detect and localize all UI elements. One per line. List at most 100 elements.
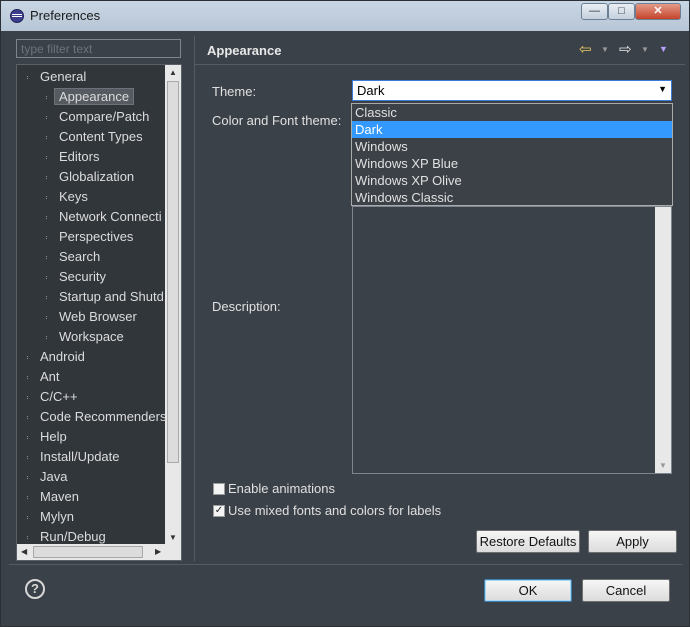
tree-item[interactable]: Web Browser [46, 307, 137, 327]
tree-item[interactable]: Mylyn [27, 507, 74, 527]
mixed-fonts-checkbox[interactable]: ✓ [213, 505, 225, 517]
tree-item[interactable]: Run/Debug [27, 527, 106, 547]
tree-twisty-icon[interactable] [46, 116, 50, 119]
tree-twisty-icon[interactable] [27, 516, 31, 519]
scroll-down-icon[interactable]: ▼ [169, 533, 177, 542]
right-panel: Appearance ⇦ ▼ ⇨ ▼ ▼ Theme: Dark ▼ Color… [194, 36, 685, 561]
theme-option[interactable]: Windows XP Olive [352, 172, 672, 189]
tree-item[interactable]: Android [27, 347, 85, 367]
tree-item[interactable]: Network Connecti [46, 207, 162, 227]
theme-option[interactable]: Windows Classic [352, 189, 672, 206]
forward-menu-icon[interactable]: ▼ [641, 45, 649, 54]
theme-option[interactable]: Windows [352, 138, 672, 155]
tree-item[interactable]: Security [46, 267, 106, 287]
tree-item[interactable]: Content Types [46, 127, 143, 147]
scroll-down-icon[interactable]: ▼ [659, 461, 667, 470]
title-bar[interactable]: Preferences — □ ✕ [1, 1, 689, 31]
tree-item-label: Help [40, 429, 67, 444]
theme-option[interactable]: Windows XP Blue [352, 155, 672, 172]
tree-item[interactable]: Search [46, 247, 100, 267]
tree-item-label: Android [40, 349, 85, 364]
description-scrollbar[interactable]: ▼ [655, 207, 671, 473]
tree-twisty-icon[interactable] [46, 96, 50, 99]
tree-item[interactable]: Workspace [46, 327, 124, 347]
tree-item-label: Appearance [54, 88, 135, 105]
page-title: Appearance [207, 43, 282, 58]
tree-twisty-icon[interactable] [46, 236, 50, 239]
tree-twisty-icon[interactable] [27, 456, 31, 459]
color-font-theme-label: Color and Font theme: [212, 113, 342, 128]
theme-combo[interactable]: Dark ▼ [352, 80, 672, 101]
tree-item[interactable]: Compare/Patch [46, 107, 150, 127]
back-arrow-icon[interactable]: ⇦ [579, 40, 592, 58]
tree-item[interactable]: Install/Update [27, 447, 120, 467]
tree-twisty-icon[interactable] [27, 536, 31, 539]
tree-hscroll-thumb[interactable] [33, 546, 143, 558]
tree-scroll-thumb[interactable] [167, 81, 179, 463]
scroll-up-icon[interactable]: ▲ [169, 68, 177, 77]
tree-item-label: Security [59, 269, 106, 284]
tree-item-label: Perspectives [59, 229, 134, 244]
apply-button[interactable]: Apply [588, 530, 677, 553]
tree-item[interactable]: Java [27, 467, 68, 487]
minimize-button[interactable]: — [581, 3, 608, 20]
tree-item-label: Java [40, 469, 68, 484]
scroll-right-icon[interactable]: ▶ [155, 547, 161, 556]
tree-item[interactable]: General [27, 67, 86, 87]
tree-item[interactable]: Perspectives [46, 227, 134, 247]
tree-item[interactable]: Help [27, 427, 67, 447]
tree-item[interactable]: Globalization [46, 167, 134, 187]
tree-twisty-icon[interactable] [27, 76, 31, 79]
tree-twisty-icon[interactable] [46, 136, 50, 139]
preferences-window: Preferences — □ ✕ type filter text ▲ ▼ ◀… [0, 0, 690, 627]
tree-item-label: Compare/Patch [59, 109, 150, 124]
theme-option[interactable]: Classic [352, 104, 672, 121]
forward-arrow-icon[interactable]: ⇨ [619, 40, 632, 58]
tree-item[interactable]: C/C++ [27, 387, 78, 407]
tree-twisty-icon[interactable] [27, 436, 31, 439]
tree-item[interactable]: Appearance [46, 87, 135, 107]
tree-twisty-icon[interactable] [46, 196, 50, 199]
tree-item-label: Keys [59, 189, 88, 204]
tree-twisty-icon[interactable] [46, 156, 50, 159]
tree-twisty-icon[interactable] [27, 376, 31, 379]
tree-item-label: C/C++ [40, 389, 78, 404]
restore-defaults-button[interactable]: Restore Defaults [476, 530, 580, 553]
tree-vertical-scrollbar[interactable]: ▲ ▼ [165, 65, 181, 545]
theme-label: Theme: [212, 84, 257, 99]
view-menu-icon[interactable]: ▼ [659, 44, 668, 54]
tree-twisty-icon[interactable] [27, 396, 31, 399]
tree-twisty-icon[interactable] [27, 416, 31, 419]
tree-twisty-icon[interactable] [46, 176, 50, 179]
help-icon[interactable]: ? [25, 579, 45, 599]
tree-item[interactable]: Code Recommenders [27, 407, 166, 427]
ok-button[interactable]: OK [484, 579, 572, 602]
maximize-button[interactable]: □ [608, 3, 635, 20]
cancel-button[interactable]: Cancel [582, 579, 670, 602]
tree-twisty-icon[interactable] [46, 276, 50, 279]
tree-item[interactable]: Maven [27, 487, 79, 507]
filter-input[interactable]: type filter text [16, 39, 181, 58]
back-menu-icon[interactable]: ▼ [601, 45, 609, 54]
tree-twisty-icon[interactable] [46, 256, 50, 259]
tree-item[interactable]: Keys [46, 187, 88, 207]
theme-option[interactable]: Dark [352, 121, 672, 138]
preferences-tree: ▲ ▼ ◀ ▶ General Appearance Compare/Patch Co… [16, 64, 182, 561]
tree-twisty-icon[interactable] [27, 496, 31, 499]
tree-item-label: Install/Update [40, 449, 120, 464]
enable-animations-checkbox[interactable] [213, 483, 225, 495]
tree-item[interactable]: Ant [27, 367, 60, 387]
footer-divider [9, 564, 683, 565]
tree-twisty-icon[interactable] [46, 336, 50, 339]
tree-twisty-icon[interactable] [27, 476, 31, 479]
description-area[interactable]: ▼ [352, 206, 672, 474]
tree-item[interactable]: Editors [46, 147, 99, 167]
tree-twisty-icon[interactable] [27, 356, 31, 359]
tree-twisty-icon[interactable] [46, 296, 50, 299]
tree-twisty-icon[interactable] [46, 316, 50, 319]
tree-item[interactable]: Startup and Shutd [46, 287, 164, 307]
close-button[interactable]: ✕ [635, 3, 681, 20]
scroll-left-icon[interactable]: ◀ [21, 547, 27, 556]
chevron-down-icon[interactable]: ▼ [658, 84, 667, 94]
tree-twisty-icon[interactable] [46, 216, 50, 219]
